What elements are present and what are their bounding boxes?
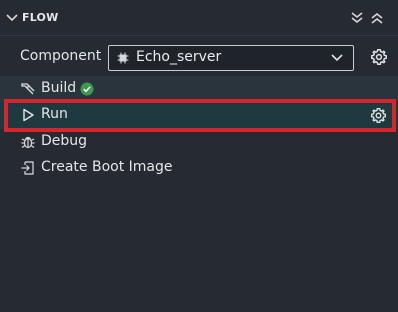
flow-panel-header[interactable]: FLOW — [0, 0, 398, 36]
chevron-down-icon — [331, 54, 343, 62]
chip-icon — [117, 52, 129, 64]
bug-icon — [21, 136, 35, 149]
flow-item-create-boot-image[interactable]: Create Boot Image — [0, 155, 398, 181]
hammer-icon — [21, 83, 35, 95]
panel-title: FLOW — [22, 11, 59, 24]
flow-item-label: Create Boot Image — [41, 159, 173, 175]
flow-item-build[interactable]: Build — [0, 76, 398, 102]
component-select-value: Echo_server — [136, 49, 222, 65]
flow-item-label: Build — [41, 80, 77, 96]
component-settings-gear-icon[interactable] — [370, 48, 388, 66]
collapse-all-icon[interactable] — [370, 11, 384, 25]
boot-image-icon — [21, 161, 34, 175]
play-icon — [23, 108, 34, 122]
component-label: Component — [20, 48, 102, 64]
run-settings-gear-icon[interactable] — [370, 107, 387, 124]
expand-all-icon[interactable] — [350, 11, 364, 25]
flow-item-label: Debug — [41, 133, 88, 149]
flow-item-label: Run — [41, 106, 68, 122]
component-select[interactable]: Echo_server — [108, 45, 354, 71]
flow-item-debug[interactable]: Debug — [0, 129, 398, 155]
success-check-icon — [80, 82, 94, 96]
flow-item-run[interactable]: Run — [0, 102, 398, 129]
collapse-chevron-icon[interactable] — [6, 13, 18, 23]
